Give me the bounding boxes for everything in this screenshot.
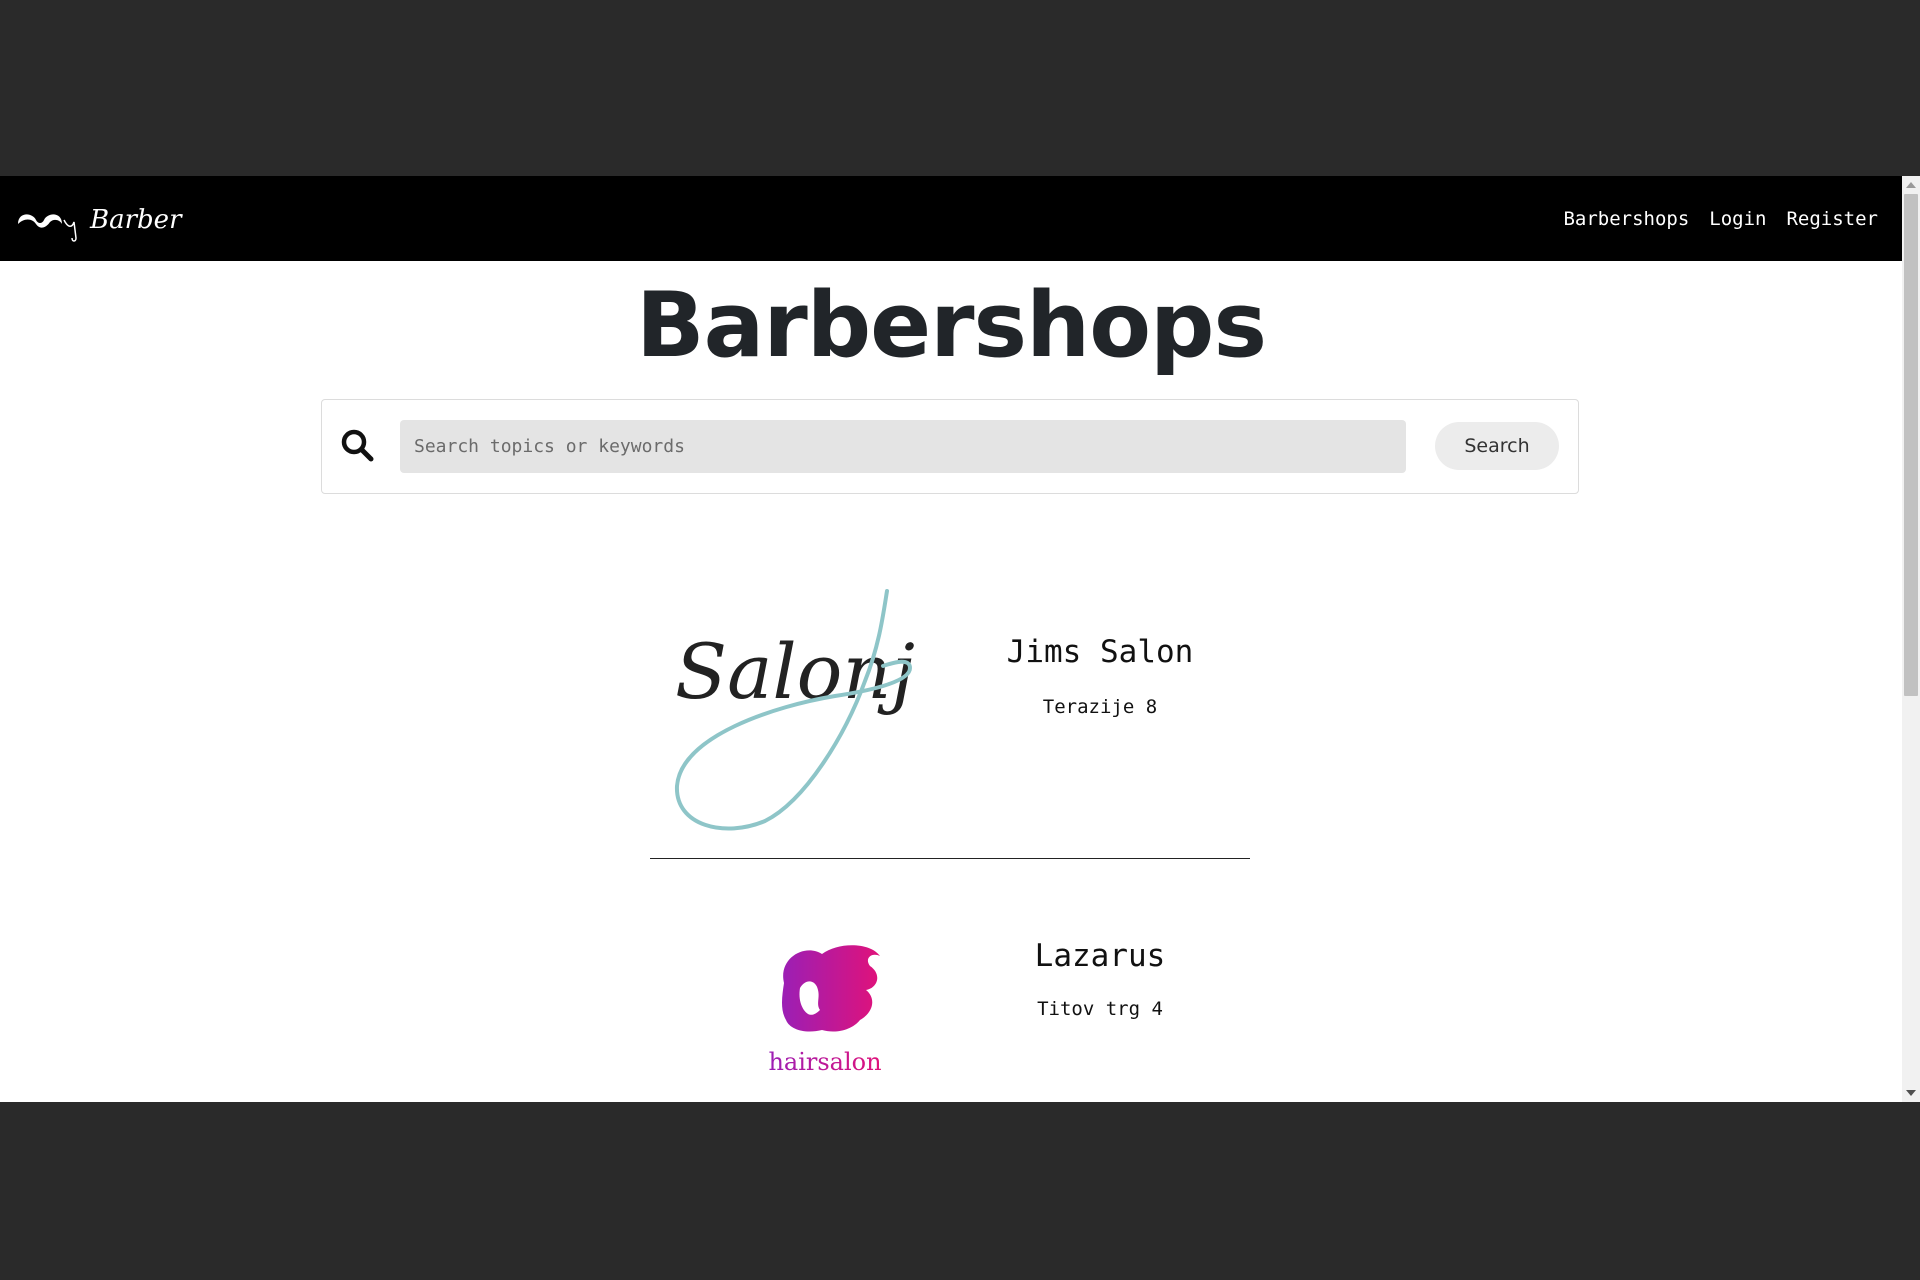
nav-link-register[interactable]: Register — [1786, 208, 1878, 230]
search-input[interactable] — [400, 420, 1406, 473]
search-icon — [341, 429, 374, 462]
search-button[interactable]: Search — [1435, 422, 1559, 470]
scroll-thumb[interactable] — [1904, 194, 1918, 696]
scroll-down-arrow-icon[interactable] — [1906, 1090, 1916, 1096]
svg-text:Barber: Barber — [89, 205, 183, 235]
scroll-up-arrow-icon[interactable] — [1906, 182, 1916, 188]
shop-name[interactable]: Jims Salon — [950, 634, 1250, 670]
salonj-logo: Salonj — [674, 589, 915, 831]
page-title: Barbershops — [635, 273, 1267, 378]
search-bar: Search — [321, 399, 1579, 494]
browser-viewport: Barber Barbershops Login Register Barber… — [0, 176, 1920, 1102]
svg-text:hairsalon: hairsalon — [768, 1048, 881, 1076]
shop-address: Terazije 8 — [1042, 696, 1158, 718]
nav-link-login[interactable]: Login — [1709, 208, 1766, 230]
shop-address: Titov trg 4 — [1037, 998, 1163, 1020]
shop-card-lazarus[interactable]: hairsalon Lazarus Titov trg 4 — [650, 938, 1250, 1102]
shop-card-jims-salon[interactable]: Salonj Jims Salon Terazije 8 — [650, 586, 1250, 846]
shop-divider — [650, 858, 1250, 859]
hairsalon-logo: hairsalon — [768, 945, 882, 1076]
my-barber-logo[interactable]: Barber — [14, 198, 194, 242]
nav-link-barbershops[interactable]: Barbershops — [1563, 208, 1689, 230]
vertical-scrollbar[interactable] — [1902, 176, 1920, 1102]
shop-name[interactable]: Lazarus — [950, 938, 1250, 974]
nav-links: Barbershops Login Register — [1563, 176, 1878, 261]
navbar: Barber Barbershops Login Register — [0, 176, 1902, 261]
